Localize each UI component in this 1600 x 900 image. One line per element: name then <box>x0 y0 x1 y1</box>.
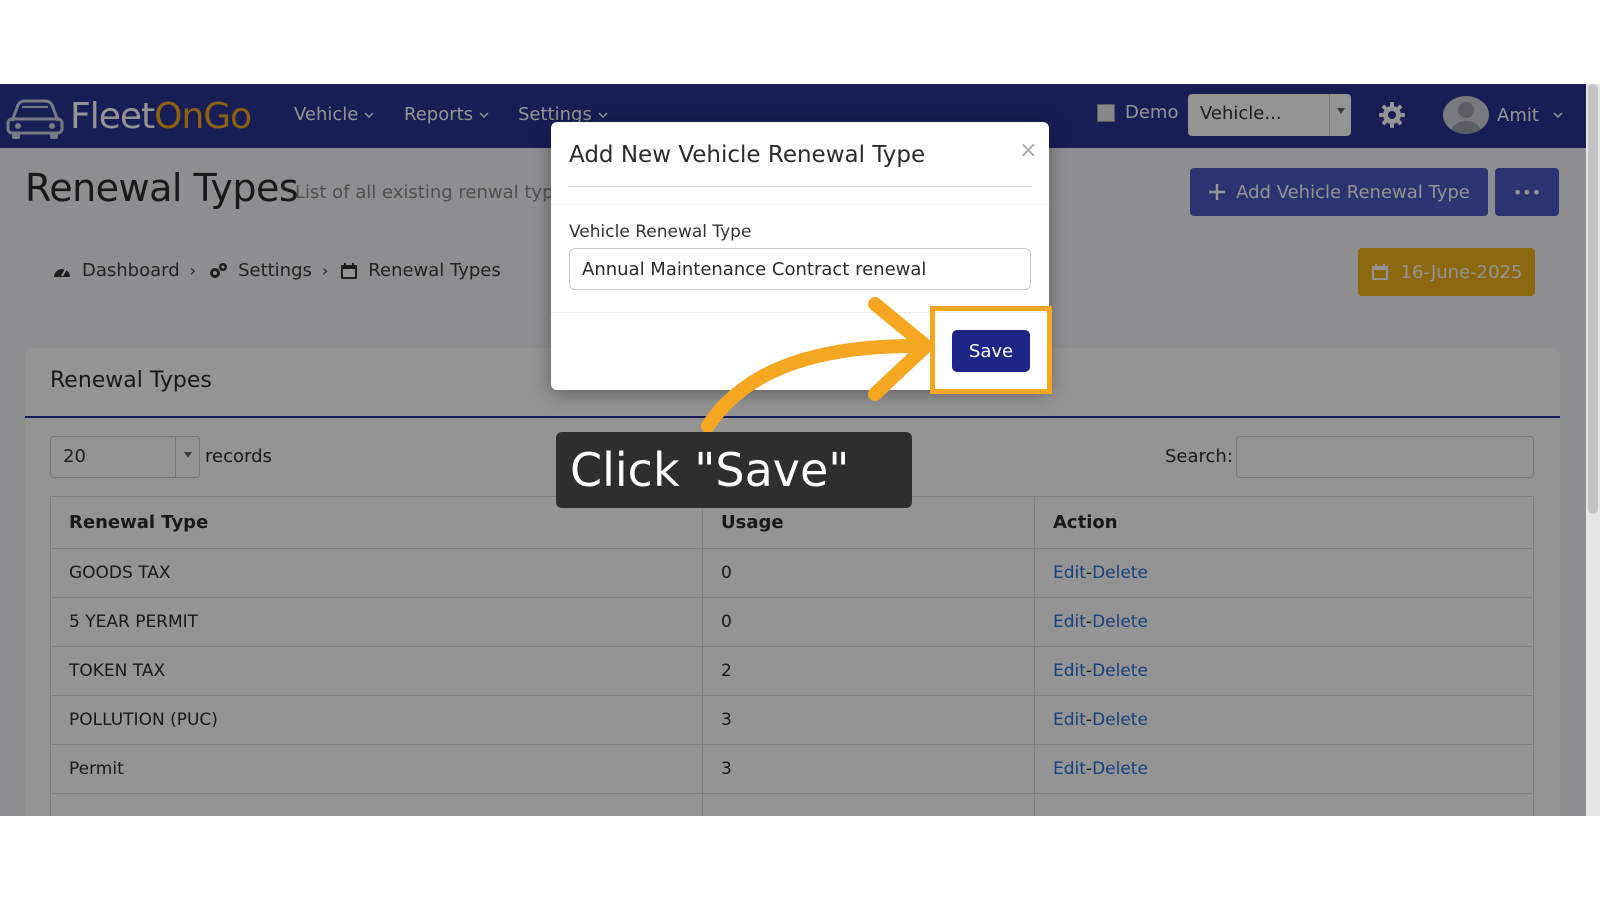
renewal-type-field-label: Vehicle Renewal Type <box>569 222 752 242</box>
scrollbar-thumb[interactable] <box>1588 84 1598 514</box>
modal-divider <box>569 186 1031 187</box>
pointer-arrow-icon <box>701 297 933 433</box>
modal-title: Add New Vehicle Renewal Type <box>569 142 926 168</box>
modal-divider <box>551 204 1049 205</box>
close-icon[interactable]: × <box>1019 138 1037 163</box>
renewal-type-input[interactable]: Annual Maintenance Contract renewal <box>569 248 1031 290</box>
page-scrollbar[interactable] <box>1586 84 1600 816</box>
app-screen: FleetOnGo Vehicle Reports Settings Demo … <box>0 84 1586 816</box>
instruction-tooltip: Click "Save" <box>556 432 912 508</box>
